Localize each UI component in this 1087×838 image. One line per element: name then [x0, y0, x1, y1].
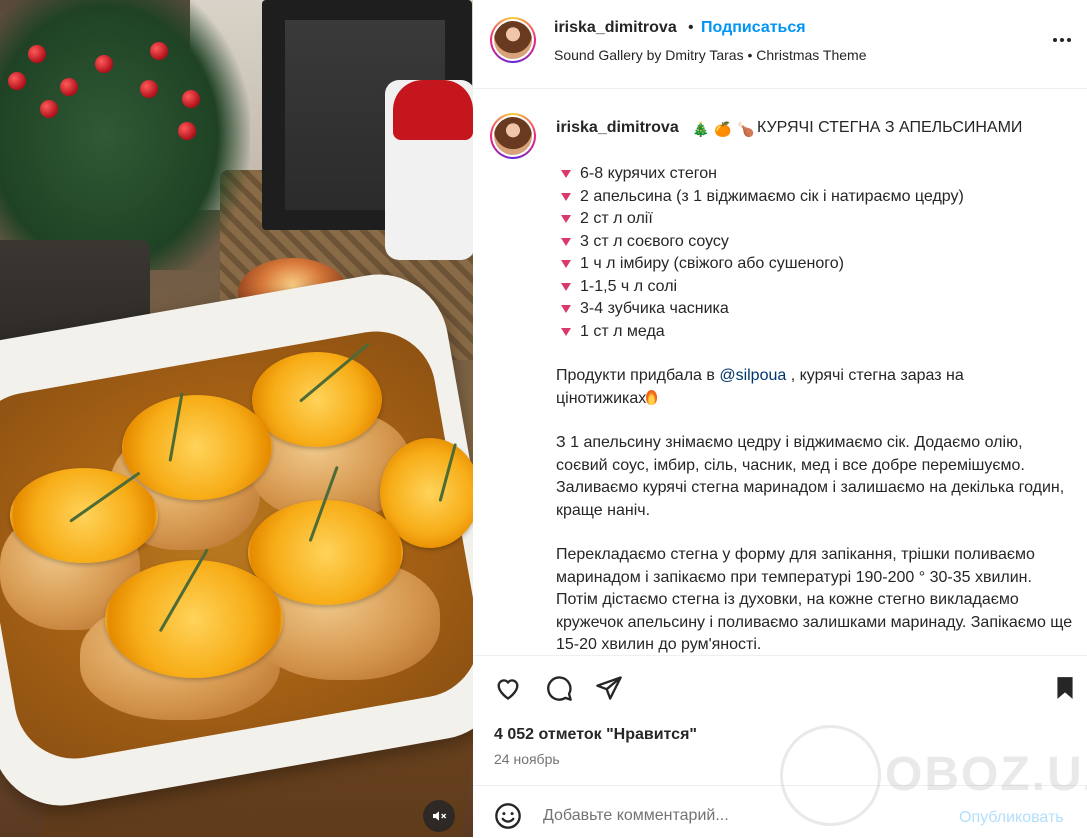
red-berry	[182, 90, 200, 108]
red-berry	[8, 72, 26, 90]
comment-input[interactable]	[543, 807, 873, 825]
orange-slice	[122, 395, 272, 500]
drumstick-emoji: 🍗	[737, 121, 755, 137]
triangle-bullet-icon	[561, 192, 571, 201]
list-item: 1 ч л імбиру (свіжого або сушеного)	[561, 253, 964, 276]
list-item: 6-8 курячих стегон	[561, 163, 964, 186]
ingredient-text: 1 ст л меда	[580, 322, 665, 340]
red-berry	[28, 45, 46, 63]
avatar[interactable]	[490, 17, 536, 63]
comment-bar: Опубликовать	[473, 785, 1087, 838]
speaker-muted-icon	[433, 811, 447, 821]
list-item: 1 ст л меда	[561, 321, 964, 344]
action-bar: 4 052 отметок "Нравится" 24 ноябрь	[473, 655, 1087, 786]
ingredient-text: 6-8 курячих стегон	[580, 165, 717, 182]
avatar-image	[494, 117, 532, 155]
caption-username[interactable]: iriska_dimitrova	[556, 119, 679, 137]
mute-button[interactable]	[423, 800, 455, 832]
list-item: 3 ст л соєвого соусу	[561, 231, 964, 254]
list-item: 3-4 зубчика часника	[561, 298, 964, 321]
fir-branches	[0, 0, 250, 270]
red-berry	[150, 42, 168, 60]
smiley-icon	[495, 803, 521, 829]
red-berry	[95, 55, 113, 73]
publish-button[interactable]: Опубликовать	[959, 809, 1064, 827]
jar-lid	[393, 80, 473, 140]
caption-paragraph-marinade: З 1 апельсину знімаємо цедру і віджимаєм…	[556, 434, 1065, 519]
caption-paragraph-store: Продукти придбала в @silpoua , курячі ст…	[556, 365, 1016, 410]
triangle-bullet-icon	[561, 327, 571, 336]
caption-area: iriska_dimitrova 🎄 🍊 🍗 КУРЯЧІ СТЕГНА З А…	[473, 89, 1087, 655]
share-button[interactable]	[594, 673, 624, 703]
ingredient-text: 3-4 зубчика часника	[580, 300, 729, 317]
triangle-bullet-icon	[561, 260, 571, 269]
fire-emoji	[646, 389, 658, 405]
orange-slice	[252, 352, 382, 447]
red-berry	[140, 80, 158, 98]
comment-icon	[547, 676, 572, 701]
list-item: 1-1,5 ч л солі	[561, 276, 964, 299]
heart-icon	[497, 679, 519, 700]
post-panel: iriska_dimitrova • Подписаться Sound Gal…	[473, 0, 1087, 837]
more-options-button[interactable]	[1049, 30, 1075, 50]
christmas-tree-emoji: 🎄	[692, 121, 710, 137]
ingredient-text: 1 ч л імбиру (свіжого або сушеного)	[580, 255, 844, 272]
likes-count[interactable]: 4 052 отметок "Нравится"	[494, 726, 697, 744]
emoji-picker-button[interactable]	[493, 801, 523, 831]
caption-paragraph-baking: Перекладаємо стегна у форму для запіканн…	[556, 546, 1073, 653]
red-berry	[178, 122, 196, 140]
ingredient-text: 2 апельсина (з 1 віджимаємо сік і натира…	[580, 187, 964, 205]
triangle-bullet-icon	[561, 282, 571, 291]
paragraph-text: Продукти придбала в	[556, 367, 720, 384]
post-media[interactable]	[0, 0, 473, 837]
list-item: 2 ст л олії	[561, 208, 964, 231]
orange-emoji: 🍊	[714, 121, 732, 137]
mention-link[interactable]: @silpoua	[719, 367, 786, 384]
like-button[interactable]	[493, 673, 523, 703]
orange-slice	[10, 468, 158, 563]
red-berry	[40, 100, 58, 118]
share-icon	[596, 676, 622, 700]
ingredient-list: 6-8 курячих стегон 2 апельсина (з 1 відж…	[561, 163, 964, 343]
separator-dot: •	[688, 19, 694, 36]
recipe-title: КУРЯЧІ СТЕГНА З АПЕЛЬСИНАМИ	[757, 119, 1023, 136]
audio-link[interactable]: Sound Gallery by Dmitry Taras • Christma…	[554, 47, 866, 63]
ingredient-text: 2 ст л олії	[580, 210, 653, 227]
post-date[interactable]: 24 ноябрь	[494, 751, 560, 767]
avatar-image	[494, 21, 532, 59]
bookmark-icon	[1057, 677, 1073, 699]
ingredient-text: 3 ст л соєвого соусу	[580, 232, 729, 250]
comment-button[interactable]	[544, 673, 574, 703]
triangle-bullet-icon	[561, 215, 571, 224]
more-horizontal-icon	[1053, 38, 1057, 42]
list-item: 2 апельсина (з 1 віджимаємо сік і натира…	[561, 186, 964, 209]
header-username[interactable]: iriska_dimitrova	[554, 19, 677, 37]
triangle-bullet-icon	[561, 170, 571, 179]
ingredient-text: 1-1,5 ч л солі	[580, 277, 678, 295]
follow-button[interactable]: Подписаться	[701, 19, 806, 37]
triangle-bullet-icon	[561, 237, 571, 246]
orange-slice	[105, 560, 283, 678]
post-header: iriska_dimitrova • Подписаться Sound Gal…	[473, 0, 1087, 89]
caption-avatar[interactable]	[490, 113, 536, 159]
red-berry	[60, 78, 78, 96]
triangle-bullet-icon	[561, 305, 571, 314]
save-button[interactable]	[1050, 673, 1080, 703]
